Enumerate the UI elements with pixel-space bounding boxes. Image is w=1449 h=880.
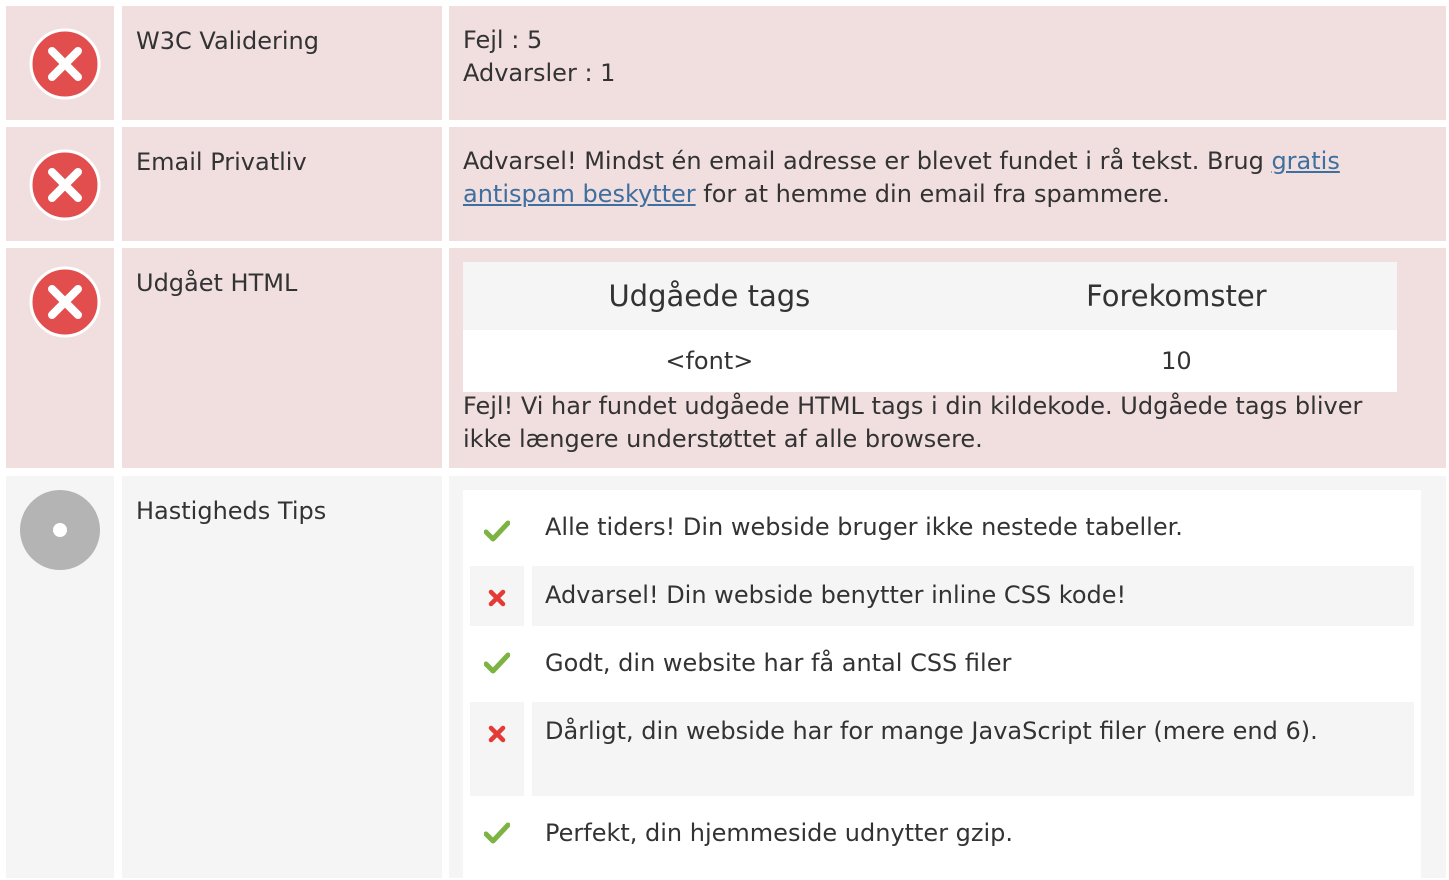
tag-cell: <font> bbox=[463, 330, 956, 392]
col-header-count: Forekomster bbox=[955, 262, 1397, 330]
check-icon bbox=[484, 652, 510, 674]
w3c-row: W3C Validering Fejl : 5 Advarsler : 1 bbox=[0, 6, 1449, 120]
deprecated-body-cell: Udgåede tags Forekomster <font> 10 Fejl!… bbox=[449, 248, 1446, 468]
tip-status-cell bbox=[470, 634, 524, 694]
tip-text: Dårligt, din webside har for mange JavaS… bbox=[532, 702, 1414, 796]
deprecated-note: Fejl! Vi har fundet udgåede HTML tags i … bbox=[463, 392, 1363, 453]
tip-text: Advarsel! Din webside benytter inline CS… bbox=[532, 566, 1414, 626]
email-row: Email Privatliv Advarsel! Mindst én emai… bbox=[0, 127, 1449, 241]
error-icon bbox=[29, 266, 101, 338]
cross-icon bbox=[488, 725, 506, 743]
error-icon bbox=[29, 149, 101, 221]
error-icon bbox=[29, 28, 101, 100]
count-cell: 10 bbox=[955, 330, 1397, 392]
list-item: Godt, din website har få antal CSS filer bbox=[470, 634, 1414, 694]
tip-status-cell bbox=[470, 702, 524, 796]
email-status-cell bbox=[6, 127, 114, 241]
list-item: Perfekt, din hjemmeside udnytter gzip. bbox=[470, 804, 1414, 868]
deprecated-html-row: Udgået HTML Udgåede tags Forekomster <fo… bbox=[0, 248, 1449, 468]
table-row: <font> 10 bbox=[463, 330, 1397, 392]
list-item: Advarsel! Din webside benytter inline CS… bbox=[470, 566, 1414, 626]
deprecated-tags-table: Udgåede tags Forekomster <font> 10 bbox=[463, 262, 1397, 392]
table-header-row: Udgåede tags Forekomster bbox=[463, 262, 1397, 330]
w3c-result: Fejl : 5 Advarsler : 1 bbox=[463, 24, 1416, 90]
speed-label: Hastigheds Tips bbox=[136, 497, 327, 525]
tip-status-cell bbox=[470, 566, 524, 626]
speed-label-cell: Hastigheds Tips bbox=[122, 476, 442, 878]
w3c-errors: Fejl : 5 bbox=[463, 26, 543, 54]
neutral-status-icon bbox=[20, 490, 100, 570]
tip-status-cell bbox=[470, 498, 524, 558]
deprecated-label-cell: Udgået HTML bbox=[122, 248, 442, 468]
list-item: Dårligt, din webside har for mange JavaS… bbox=[470, 702, 1414, 796]
w3c-status-cell bbox=[6, 6, 114, 120]
deprecated-label: Udgået HTML bbox=[136, 269, 298, 297]
email-text-after: for at hemme din email fra spammere. bbox=[695, 180, 1170, 208]
speed-body-cell: Alle tiders! Din webside bruger ikke nes… bbox=[449, 476, 1446, 880]
check-icon bbox=[484, 520, 510, 542]
tip-text: Godt, din website har få antal CSS filer bbox=[545, 649, 1012, 677]
speed-status-cell bbox=[6, 476, 114, 878]
tip-text: Alle tiders! Din webside bruger ikke nes… bbox=[545, 513, 1183, 541]
tip-text: Perfekt, din hjemmeside udnytter gzip. bbox=[545, 819, 1014, 847]
email-body-cell: Advarsel! Mindst én email adresse er ble… bbox=[449, 127, 1446, 241]
speed-tips-list: Alle tiders! Din webside bruger ikke nes… bbox=[463, 490, 1421, 880]
w3c-label: W3C Validering bbox=[136, 27, 319, 55]
w3c-warnings: Advarsler : 1 bbox=[463, 59, 616, 87]
tip-status-cell bbox=[470, 804, 524, 868]
list-item: Alle tiders! Din webside bruger ikke nes… bbox=[470, 498, 1414, 558]
cross-icon bbox=[488, 589, 506, 607]
email-label-cell: Email Privatliv bbox=[122, 127, 442, 241]
check-icon bbox=[484, 822, 510, 844]
email-message: Advarsel! Mindst én email adresse er ble… bbox=[463, 145, 1416, 211]
deprecated-status-cell bbox=[6, 248, 114, 468]
w3c-label-cell: W3C Validering bbox=[122, 6, 442, 120]
col-header-tags: Udgåede tags bbox=[463, 262, 956, 330]
speed-tips-row: Hastigheds Tips Alle tiders! Din webside… bbox=[0, 476, 1449, 880]
email-text-before: Advarsel! Mindst én email adresse er ble… bbox=[463, 147, 1272, 175]
email-label: Email Privatliv bbox=[136, 148, 307, 176]
w3c-body-cell: Fejl : 5 Advarsler : 1 bbox=[449, 6, 1446, 120]
